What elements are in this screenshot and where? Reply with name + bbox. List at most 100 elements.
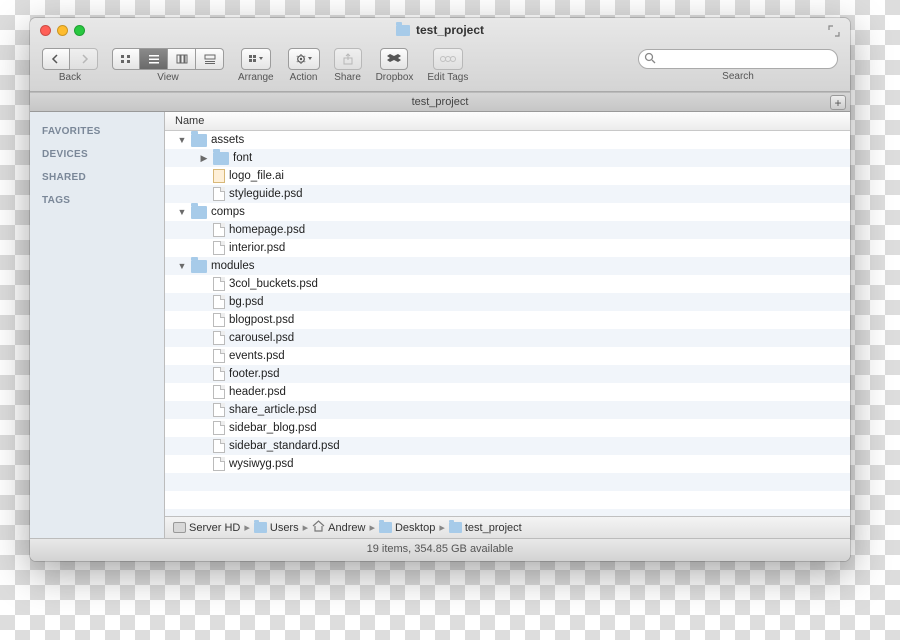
forward-button[interactable]	[70, 48, 98, 70]
path-item[interactable]: Desktop	[379, 522, 435, 534]
sidebar-category-favorites[interactable]: FAVORITES	[30, 120, 164, 143]
file-icon	[213, 313, 225, 327]
home-icon	[312, 520, 325, 535]
file-name: interior.psd	[229, 242, 285, 254]
file-row[interactable]: interior.psd	[165, 239, 850, 257]
path-bar: Server HD▸Users▸Andrew▸Desktop▸test_proj…	[165, 516, 850, 538]
file-row[interactable]: share_article.psd	[165, 401, 850, 419]
path-item[interactable]: Users	[254, 522, 299, 534]
file-row[interactable]: sidebar_blog.psd	[165, 419, 850, 437]
file-name: share_article.psd	[229, 404, 317, 416]
dropbox-label: Dropbox	[376, 72, 414, 83]
file-browser: Name ▼assets ▶ font logo_file.ai styleguide.…	[165, 112, 850, 538]
file-icon	[213, 331, 225, 345]
arrange-button[interactable]	[241, 48, 271, 70]
dropbox-button[interactable]	[380, 48, 408, 70]
file-row[interactable]: homepage.psd	[165, 221, 850, 239]
file-name: comps	[211, 206, 245, 218]
file-row[interactable]: blogpost.psd	[165, 311, 850, 329]
file-row[interactable]: events.psd	[165, 347, 850, 365]
coverflow-view-button[interactable]	[196, 48, 224, 70]
file-name: font	[233, 152, 252, 164]
folder-icon	[191, 134, 207, 147]
edit-tags-button[interactable]	[433, 48, 463, 70]
file-icon	[213, 385, 225, 399]
file-icon	[213, 457, 225, 471]
file-icon	[213, 277, 225, 291]
back-button[interactable]	[42, 48, 70, 70]
path-separator-icon: ▸	[439, 521, 445, 534]
edit-tags-label: Edit Tags	[427, 72, 468, 83]
path-label: test_project	[465, 522, 522, 534]
column-view-button[interactable]	[168, 48, 196, 70]
new-tab-button[interactable]: +	[830, 95, 846, 110]
file-name: header.psd	[229, 386, 286, 398]
empty-row	[165, 509, 850, 516]
disclosure-down-icon[interactable]: ▼	[177, 207, 187, 217]
share-button[interactable]	[334, 48, 362, 70]
file-row[interactable]: ▼modules	[165, 257, 850, 275]
file-name: carousel.psd	[229, 332, 294, 344]
file-icon	[213, 295, 225, 309]
fullscreen-icon[interactable]	[828, 25, 840, 37]
file-row[interactable]: carousel.psd	[165, 329, 850, 347]
zoom-button[interactable]	[74, 25, 85, 36]
disclosure-down-icon[interactable]: ▼	[177, 135, 187, 145]
tab-test-project[interactable]: test_project	[30, 96, 850, 108]
file-row[interactable]: bg.psd	[165, 293, 850, 311]
tab-bar: test_project +	[30, 92, 850, 112]
disclosure-down-icon[interactable]: ▼	[177, 261, 187, 271]
sidebar-category-tags[interactable]: TAGS	[30, 189, 164, 212]
file-icon	[213, 403, 225, 417]
window-controls	[40, 25, 85, 36]
file-name: logo_file.ai	[229, 170, 284, 182]
minimize-button[interactable]	[57, 25, 68, 36]
file-row[interactable]: styleguide.psd	[165, 185, 850, 203]
sidebar-category-shared[interactable]: SHARED	[30, 166, 164, 189]
list-view-button[interactable]	[140, 48, 168, 70]
file-row[interactable]: 3col_buckets.psd	[165, 275, 850, 293]
file-name: homepage.psd	[229, 224, 305, 236]
window-title: test_project	[416, 23, 484, 37]
arrange-label: Arrange	[238, 72, 274, 83]
file-name: footer.psd	[229, 368, 280, 380]
toolbar: Back View Arrange Action	[30, 42, 850, 91]
file-icon	[213, 367, 225, 381]
search-input[interactable]	[638, 49, 838, 69]
file-list: ▼assets ▶ font logo_file.ai styleguide.psd ▼ c…	[165, 131, 850, 516]
file-row[interactable]: footer.psd	[165, 365, 850, 383]
search-label: Search	[722, 71, 754, 82]
nav-buttons	[42, 48, 98, 70]
share-label: Share	[334, 72, 361, 83]
file-row[interactable]: ▶ font	[165, 149, 850, 167]
sidebar-category-devices[interactable]: DEVICES	[30, 143, 164, 166]
file-row[interactable]: ▼ comps	[165, 203, 850, 221]
search-icon	[644, 52, 657, 65]
folder-icon	[396, 25, 410, 36]
action-button[interactable]	[288, 48, 320, 70]
close-button[interactable]	[40, 25, 51, 36]
file-icon	[213, 421, 225, 435]
file-row[interactable]: wysiwyg.psd	[165, 455, 850, 473]
file-name: sidebar_standard.psd	[229, 440, 340, 452]
ai-file-icon	[213, 169, 225, 183]
status-bar: 19 items, 354.85 GB available	[30, 538, 850, 561]
path-separator-icon: ▸	[244, 521, 250, 534]
disclosure-right-icon[interactable]: ▶	[199, 153, 209, 164]
path-item[interactable]: test_project	[449, 522, 522, 534]
back-label: Back	[59, 72, 81, 83]
file-icon	[213, 241, 225, 255]
path-label: Users	[270, 522, 299, 534]
icon-view-button[interactable]	[112, 48, 140, 70]
file-row[interactable]: ▼assets	[165, 131, 850, 149]
empty-row	[165, 491, 850, 509]
file-row[interactable]: header.psd	[165, 383, 850, 401]
path-item[interactable]: Server HD	[173, 522, 240, 534]
folder-icon	[379, 522, 392, 533]
file-icon	[213, 439, 225, 453]
file-row[interactable]: sidebar_standard.psd	[165, 437, 850, 455]
file-row[interactable]: logo_file.ai	[165, 167, 850, 185]
path-item[interactable]: Andrew	[312, 520, 365, 535]
column-header-name[interactable]: Name	[165, 112, 850, 131]
file-name: styleguide.psd	[229, 188, 303, 200]
